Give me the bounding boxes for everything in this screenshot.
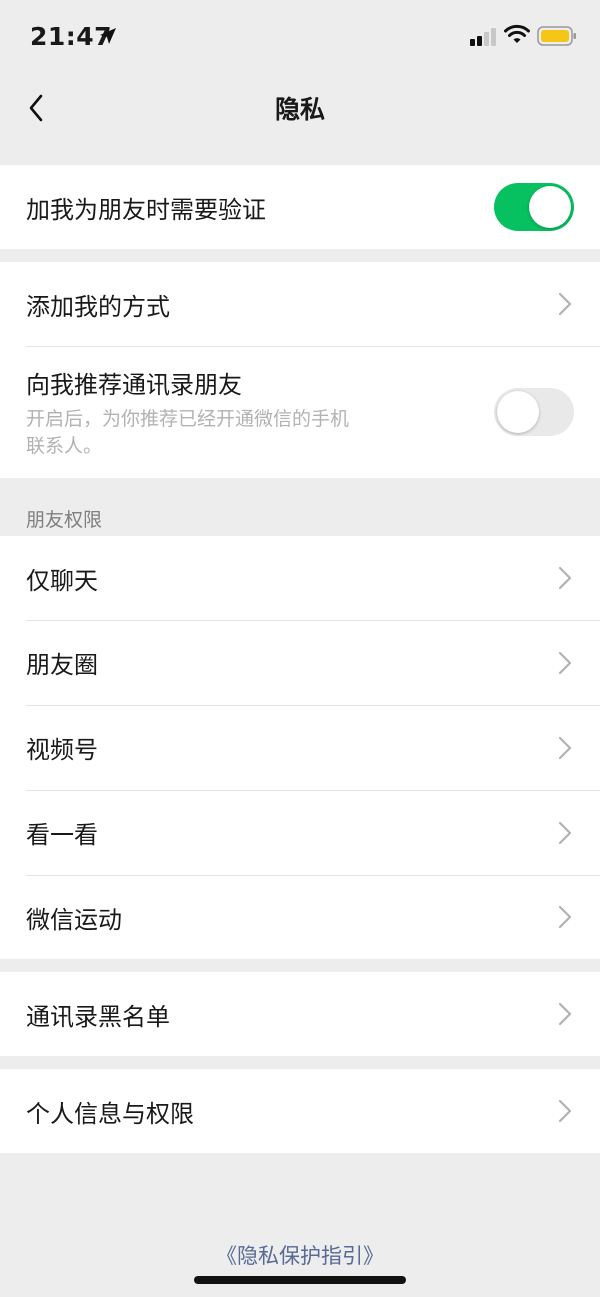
chevron-right-icon [558,292,572,316]
permission-item-label: 仅聊天 [26,566,98,595]
status-bar: 21:47 [0,0,600,70]
location-arrow-icon [100,28,116,44]
blacklist-row[interactable]: 通讯录黑名单 [0,972,600,1056]
blacklist-group: 通讯录黑名单 [0,972,600,1056]
friend-verify-row[interactable]: 加我为朋友时需要验证 [0,165,600,249]
recommend-contacts-description: 开启后，为你推荐已经开通微信的手机联系人。 [26,407,350,457]
permission-item-moments[interactable]: 朋友圈 [0,620,600,705]
add-methods-row[interactable]: 添加我的方式 [0,262,600,346]
recommend-contacts-toggle[interactable] [494,388,574,436]
friend-permissions-header: 朋友权限 [26,509,103,531]
friend-permissions-group: 仅聊天 朋友圈 视频号 看一看 微信运动 [0,536,600,959]
permission-item-label: 朋友圈 [26,651,98,679]
chevron-right-icon [558,821,572,844]
wifi-icon [504,24,530,43]
chevron-right-icon [558,736,572,759]
toggle-knob [529,186,571,228]
chevron-right-icon [558,1002,572,1026]
permission-item-label: 微信运动 [26,905,122,934]
friend-verify-label: 加我为朋友时需要验证 [26,195,266,224]
chevron-right-icon [558,905,572,929]
chevron-right-icon [558,1099,572,1123]
personal-info-row[interactable]: 个人信息与权限 [0,1069,600,1153]
blacklist-label: 通讯录黑名单 [26,1002,170,1031]
personal-info-label: 个人信息与权限 [26,1099,194,1128]
verify-group: 加我为朋友时需要验证 [0,165,600,249]
permission-item-channels[interactable]: 视频号 [0,705,600,790]
permission-item-chat-only[interactable]: 仅聊天 [0,536,600,620]
cellular-signal-icon [470,28,496,46]
permission-item-label: 看一看 [26,821,98,849]
permission-item-werun[interactable]: 微信运动 [0,875,600,959]
personal-info-group: 个人信息与权限 [0,1069,600,1153]
recommend-contacts-label: 向我推荐通讯录朋友 [26,370,242,399]
chevron-right-icon [558,651,572,674]
recommend-contacts-texts: 向我推荐通讯录朋友 开启后，为你推荐已经开通微信的手机联系人。 [26,365,494,460]
page-title: 隐私 [274,95,325,124]
add-methods-label: 添加我的方式 [26,292,170,321]
friend-verify-toggle[interactable] [494,183,574,231]
privacy-guide-link[interactable]: 《隐私保护指引》 [0,1240,600,1270]
add-group: 添加我的方式 向我推荐通讯录朋友 开启后，为你推荐已经开通微信的手机联系人。 [0,262,600,478]
battery-icon [537,26,576,46]
recommend-contacts-row[interactable]: 向我推荐通讯录朋友 开启后，为你推荐已经开通微信的手机联系人。 [0,346,600,478]
chevron-right-icon [558,566,572,590]
permission-item-label: 视频号 [26,736,98,764]
permission-item-top-stories[interactable]: 看一看 [0,790,600,875]
toggle-knob [497,391,539,433]
nav-bar: 隐私 [0,70,600,146]
home-indicator [194,1276,406,1284]
